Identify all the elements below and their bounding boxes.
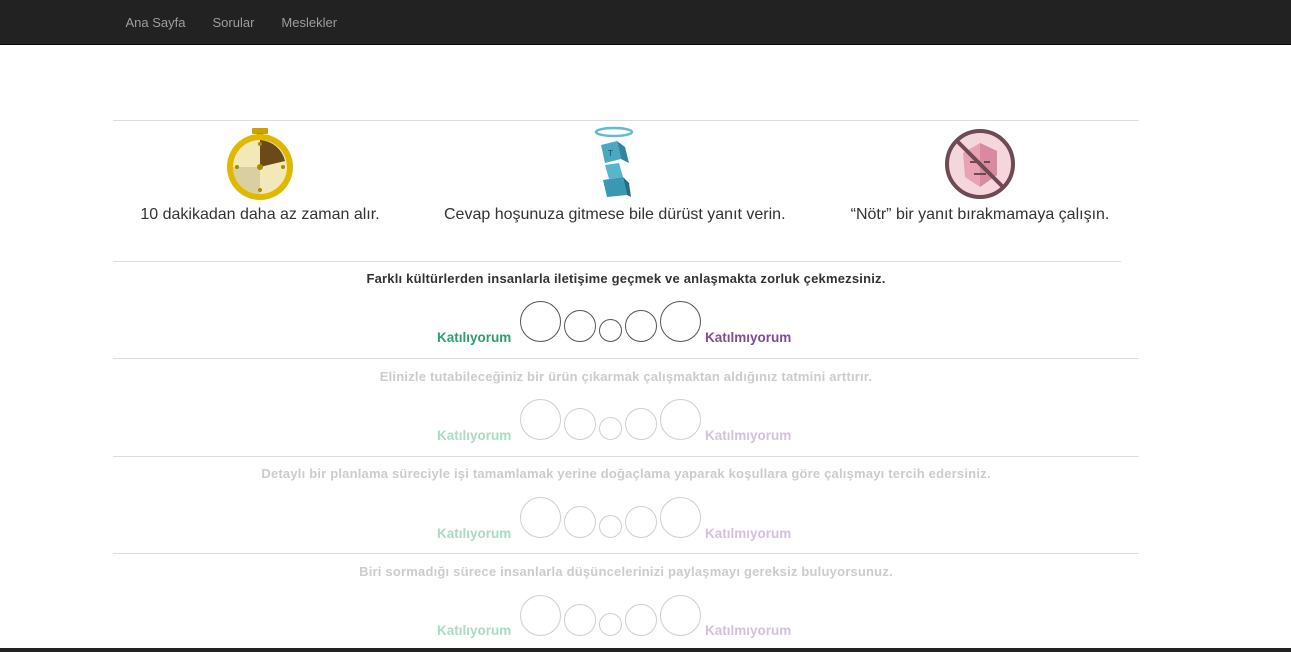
- nav-links: Ana Sayfa Sorular Meslekler: [112, 0, 351, 45]
- question-text: Biri sormadığı sürece insanlarla düşünce…: [359, 564, 893, 579]
- answer-option-strongly-agree[interactable]: [520, 595, 561, 636]
- nav-link-sorular[interactable]: Sorular: [199, 15, 268, 30]
- question-text: Farklı kültürlerden insanlarla iletişime…: [366, 271, 886, 286]
- divider: [113, 553, 1139, 554]
- agree-label: Katılıyorum: [437, 428, 512, 443]
- nav-link-meslekler[interactable]: Meslekler: [268, 15, 351, 30]
- tip-text: “Nötr” bir yanıt bırakmamaya çalışın.: [850, 206, 1110, 223]
- answer-option-agree[interactable]: [564, 604, 596, 636]
- disagree-label: Katılmıyorum: [705, 428, 792, 443]
- divider: [113, 120, 1139, 121]
- answer-option-strongly-disagree[interactable]: [660, 399, 701, 440]
- no-neutral-face-icon: [944, 129, 1015, 199]
- disagree-label: Katılmıyorum: [705, 526, 792, 541]
- question-item: Elinizle tutabileceğiniz bir ürün çıkarm…: [113, 369, 1139, 456]
- divider: [113, 456, 1139, 457]
- tip-text: 10 dakikadan daha az zaman alır.: [140, 206, 380, 223]
- question-item: Biri sormadığı sürece insanlarla düşünce…: [113, 564, 1139, 648]
- divider: [113, 261, 1121, 262]
- answer-option-strongly-agree[interactable]: [520, 301, 561, 342]
- answer-option-disagree[interactable]: [625, 408, 657, 440]
- answer-option-strongly-agree[interactable]: [520, 399, 561, 440]
- tip-no-neutral: “Nötr” bir yanıt bırakmamaya çalışın.: [810, 125, 1150, 224]
- answer-option-neutral[interactable]: [599, 613, 622, 636]
- question-item: Detaylı bir planlama süreciyle işi tamam…: [113, 466, 1139, 553]
- question-item: Farklı kültürlerden insanlarla iletişime…: [113, 271, 1139, 358]
- answer-option-neutral[interactable]: [599, 417, 622, 440]
- tip-time: 10 dakikadan daha az zaman alır.: [90, 125, 430, 224]
- nav-link-ana-sayfa[interactable]: Ana Sayfa: [112, 15, 199, 30]
- disagree-label: Katılmıyorum: [705, 330, 792, 345]
- question-text: Detaylı bir planlama süreciyle işi tamam…: [261, 466, 991, 481]
- answer-option-agree[interactable]: [564, 506, 596, 538]
- agree-label: Katılıyorum: [437, 526, 512, 541]
- answer-option-strongly-disagree[interactable]: [660, 595, 701, 636]
- answer-option-agree[interactable]: [564, 408, 596, 440]
- tip-honesty: T Cevap hoşunuza gitmese bile dürüst yan…: [444, 125, 786, 224]
- answer-option-strongly-agree[interactable]: [520, 497, 561, 538]
- tip-text: Cevap hoşunuza gitmese bile dürüst yanıt…: [444, 206, 786, 223]
- answer-option-strongly-disagree[interactable]: [660, 301, 701, 342]
- agree-label: Katılıyorum: [437, 623, 512, 638]
- stopwatch-icon: [227, 128, 293, 200]
- answer-option-disagree[interactable]: [625, 604, 657, 636]
- divider: [113, 358, 1139, 359]
- disagree-label: Katılmıyorum: [705, 623, 792, 638]
- answer-option-disagree[interactable]: [625, 310, 657, 342]
- answer-option-disagree[interactable]: [625, 506, 657, 538]
- svg-text:T: T: [607, 149, 613, 158]
- answer-option-neutral[interactable]: [599, 319, 622, 342]
- answer-option-neutral[interactable]: [599, 515, 622, 538]
- top-navbar: Ana Sayfa Sorular Meslekler: [0, 0, 1291, 45]
- answer-option-agree[interactable]: [564, 310, 596, 342]
- agree-label: Katılıyorum: [437, 330, 512, 345]
- bottom-bar: [0, 648, 1291, 652]
- answer-option-strongly-disagree[interactable]: [660, 497, 701, 538]
- angel-figure-icon: T: [594, 126, 634, 197]
- question-text: Elinizle tutabileceğiniz bir ürün çıkarm…: [379, 369, 873, 384]
